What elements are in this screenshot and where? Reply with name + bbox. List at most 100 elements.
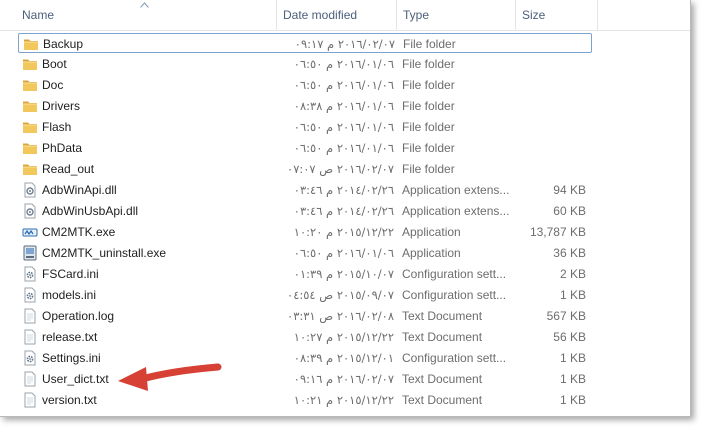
file-row[interactable]: Drivers ٢٠١٦/٠١/٠٦ م ٠٨:٣٨ File folder — [18, 96, 592, 116]
folder-icon — [22, 77, 38, 93]
column-header-date[interactable]: Date modified — [277, 0, 397, 30]
file-row[interactable]: AdbWinUsbApi.dll ٢٠١٤/٠٢/٢٦ م ٠٣:٤٦ Appl… — [18, 201, 592, 221]
file-size: 1 KB — [559, 351, 586, 365]
file-type: Text Document — [402, 309, 483, 323]
file-size — [498, 96, 586, 116]
file-type: File folder — [403, 37, 456, 51]
file-size: 1 KB — [559, 393, 586, 407]
file-name: AdbWinUsbApi.dll — [42, 204, 139, 218]
uninstall-app-icon — [22, 245, 38, 261]
column-header-size[interactable]: Size — [516, 0, 598, 30]
column-header-date-label: Date modified — [283, 8, 358, 22]
file-type: File folder — [402, 141, 455, 155]
file-row[interactable]: CM2MTK_uninstall.exe ٢٠١٦/٠١/٠٦ م ٠٦:٥٠ … — [18, 243, 592, 263]
file-type: Configuration sett... — [402, 267, 507, 281]
file-name: Settings.ini — [42, 351, 101, 365]
file-name: FSCard.ini — [42, 267, 99, 281]
file-name: PhData — [42, 141, 83, 155]
file-size: 56 KB — [553, 330, 586, 344]
file-name: User_dict.txt — [42, 372, 109, 386]
folder-icon — [22, 161, 38, 177]
file-date-modified: ٢٠١٦/٠٢/٠٨ ص ٠٣:٣١ — [287, 309, 394, 323]
text-file-icon — [22, 329, 38, 345]
column-header-type-label: Type — [403, 8, 430, 22]
file-type: File folder — [402, 78, 455, 92]
file-size: 1 KB — [559, 288, 586, 302]
file-size — [498, 159, 586, 179]
file-row[interactable]: Settings.ini ٢٠١٥/١٢/٠١ م ٠٨:٣٩ Configur… — [18, 348, 592, 368]
file-size: 94 KB — [553, 183, 586, 197]
file-row[interactable]: models.ini ٢٠١٥/٠٩/٠٧ ص ٠٤:٥٤ Configurat… — [18, 285, 592, 305]
file-size — [498, 138, 586, 158]
file-type: Configuration sett... — [402, 351, 507, 365]
file-row[interactable]: FSCard.ini ٢٠١٥/١٠/٠٧ م ٠١:٣٩ Configurat… — [18, 264, 592, 284]
file-row[interactable]: version.txt ٢٠١٥/١٢/٢٢ م ١٠:٢١ Text Docu… — [18, 390, 592, 410]
file-row[interactable]: PhData ٢٠١٦/٠١/٠٦ م ٠٦:٥٠ File folder — [18, 138, 592, 158]
column-header-type[interactable]: Type — [397, 0, 516, 30]
file-date-modified: ٢٠١٥/١٢/٢٢ م ١٠:٢٧ — [293, 330, 394, 344]
file-date-modified: ٢٠١٥/٠٩/٠٧ ص ٠٤:٥٤ — [287, 288, 394, 302]
text-file-icon — [22, 371, 38, 387]
file-row[interactable]: Read_out ٢٠١٦/٠٢/٠٧ ص ٠٧:٠٧ File folder — [18, 159, 592, 179]
file-type: File folder — [402, 99, 455, 113]
file-row[interactable]: User_dict.txt ٢٠١٦/٠٢/٠٧ م ٠٩:١٦ Text Do… — [18, 369, 592, 389]
file-type: File folder — [402, 120, 455, 134]
file-row[interactable]: release.txt ٢٠١٥/١٢/٢٢ م ١٠:٢٧ Text Docu… — [18, 327, 592, 347]
file-size: 13,787 KB — [529, 225, 586, 239]
file-row[interactable]: Flash ٢٠١٦/٠١/٠٦ م ٠٦:٥٠ File folder — [18, 117, 592, 137]
file-row[interactable]: CM2MTK.exe ٢٠١٥/١٢/٢٢ م ١٠:٢٠ Applicatio… — [18, 222, 592, 242]
file-date-modified: ٢٠١٥/١٢/٠١ م ٠٨:٣٩ — [293, 351, 394, 365]
file-date-modified: ٢٠١٦/٠١/٠٦ م ٠٦:٥٠ — [293, 246, 394, 260]
file-date-modified: ٢٠١٦/٠١/٠٦ م ٠٦:٥٠ — [293, 141, 394, 155]
file-name: Boot — [42, 57, 67, 71]
file-type: Text Document — [402, 393, 483, 407]
file-type: Configuration sett... — [402, 288, 507, 302]
file-name: Operation.log — [42, 309, 115, 323]
file-date-modified: ٢٠١٦/٠٢/٠٧ م ٠٩:١٧ — [294, 37, 395, 51]
file-type: Application — [402, 246, 461, 260]
text-file-icon — [22, 308, 38, 324]
file-date-modified: ٢٠١٤/٠٢/٢٦ م ٠٣:٤٦ — [293, 204, 394, 218]
file-size: 1 KB — [559, 372, 586, 386]
column-header-name[interactable]: Name — [0, 0, 277, 30]
folder-icon — [22, 140, 38, 156]
file-name: AdbWinApi.dll — [42, 183, 117, 197]
dll-file-icon — [22, 182, 38, 198]
file-row[interactable]: Doc ٢٠١٦/٠١/٠٦ م ٠٦:٥٠ File folder — [18, 75, 592, 95]
file-size: 567 KB — [546, 309, 586, 323]
file-date-modified: ٢٠١٥/١٢/٢٢ م ١٠:٢٠ — [293, 225, 394, 239]
file-row[interactable]: Boot ٢٠١٦/٠١/٠٦ م ٠٦:٥٠ File folder — [18, 54, 592, 74]
file-name: Read_out — [42, 162, 95, 176]
file-date-modified: ٢٠١٥/١٢/٢٢ م ١٠:٢١ — [293, 393, 394, 407]
folder-icon — [23, 36, 39, 52]
file-name: CM2MTK.exe — [42, 225, 116, 239]
file-name: version.txt — [42, 393, 97, 407]
file-type: Application — [402, 225, 461, 239]
file-name: models.ini — [42, 288, 97, 302]
file-row[interactable]: Backup ٢٠١٦/٠٢/٠٧ م ٠٩:١٧ File folder — [18, 33, 592, 53]
file-date-modified: ٢٠١٦/٠٢/٠٧ ص ٠٧:٠٧ — [287, 162, 394, 176]
file-name: release.txt — [42, 330, 98, 344]
file-name: CM2MTK_uninstall.exe — [42, 246, 167, 260]
file-size — [499, 34, 587, 54]
file-name: Drivers — [42, 99, 80, 113]
file-size: 2 KB — [559, 267, 586, 281]
column-header-name-label: Name — [22, 8, 55, 22]
file-row[interactable]: AdbWinApi.dll ٢٠١٤/٠٢/٢٦ م ٠٣:٤٦ Applica… — [18, 180, 592, 200]
dll-file-icon — [22, 203, 38, 219]
column-header-size-label: Size — [522, 8, 546, 22]
file-row[interactable]: Operation.log ٢٠١٦/٠٢/٠٨ ص ٠٣:٣١ Text Do… — [18, 306, 592, 326]
annotation-arrow — [118, 363, 222, 391]
file-type: Text Document — [402, 330, 483, 344]
folder-icon — [22, 56, 38, 72]
file-date-modified: ٢٠١٦/٠١/٠٦ م ٠٦:٥٠ — [293, 57, 394, 71]
settings-file-icon — [22, 350, 38, 366]
file-size — [498, 117, 586, 137]
settings-file-icon — [22, 287, 38, 303]
file-size: 36 KB — [553, 246, 586, 260]
file-size — [498, 75, 586, 95]
file-type: File folder — [402, 162, 455, 176]
file-date-modified: ٢٠١٦/٠١/٠٦ م ٠٦:٥٠ — [293, 120, 394, 134]
file-type: Application extens... — [402, 204, 510, 218]
file-size — [498, 54, 586, 74]
